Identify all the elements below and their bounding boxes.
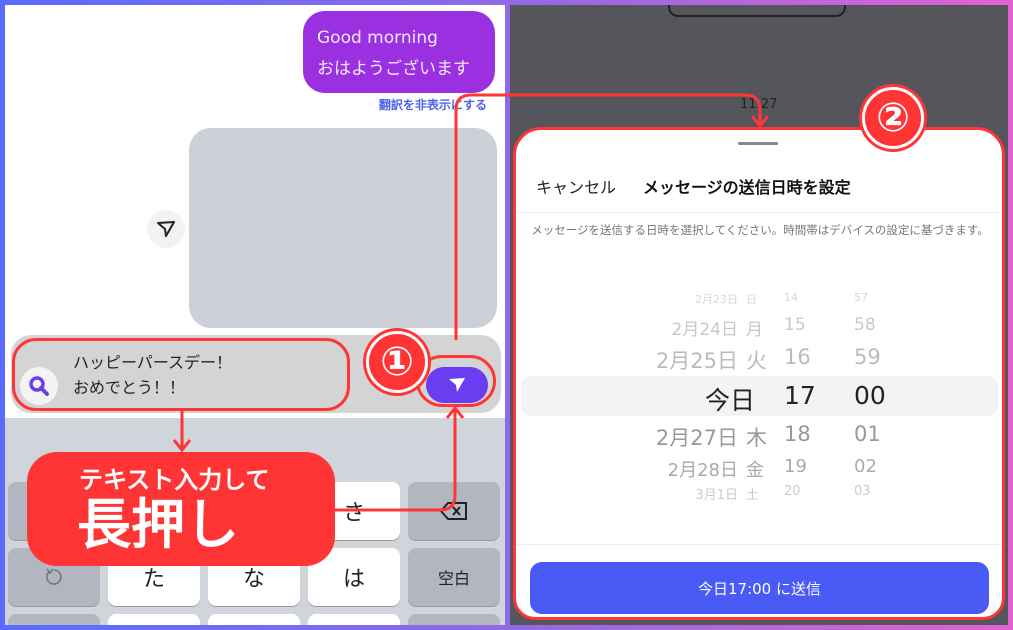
instruction-callout: テキスト入力して 長押し [27, 452, 335, 566]
step-1-badge: ① [366, 331, 428, 393]
step-2-badge: ② [862, 87, 924, 149]
